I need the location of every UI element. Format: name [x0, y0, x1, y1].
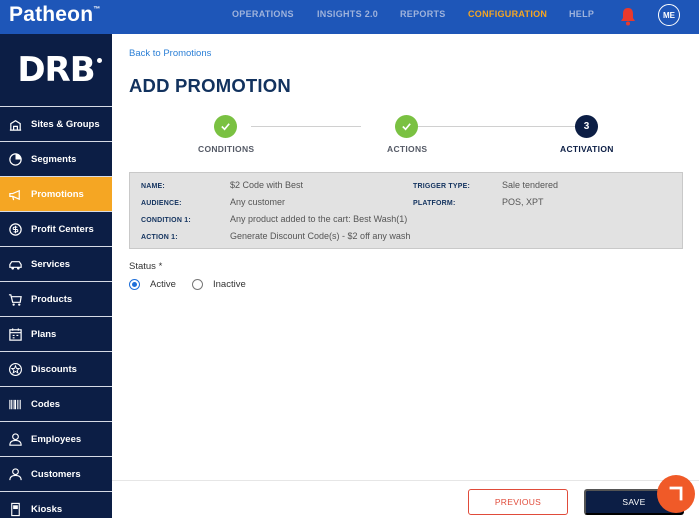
- status-label: Status *: [129, 261, 163, 272]
- car-icon: [7, 256, 23, 272]
- user-avatar[interactable]: ME: [658, 4, 680, 26]
- megaphone-icon: [7, 186, 23, 202]
- summary-name-key: NAME:: [141, 183, 165, 190]
- nav-operations[interactable]: OPERATIONS: [232, 9, 294, 19]
- step-connector: [251, 126, 361, 127]
- chat-widget-icon[interactable]: [657, 475, 695, 513]
- radio-unselected[interactable]: [192, 279, 203, 290]
- cart-icon: [7, 291, 23, 307]
- nav-help[interactable]: HELP: [569, 9, 594, 19]
- summary-platform-value: POS, XPT: [502, 197, 544, 207]
- step-connector: [418, 126, 575, 127]
- step-actions-check-icon[interactable]: [395, 115, 418, 138]
- summary-audience-key: AUDIENCE:: [141, 200, 182, 207]
- status-active-radio[interactable]: Active: [129, 279, 176, 290]
- top-bar: Patheon™ OPERATIONS INSIGHTS 2.0 REPORTS…: [0, 0, 699, 34]
- sidebar-item-promotions[interactable]: Promotions: [0, 176, 112, 211]
- drb-logo-area: DRB: [0, 34, 112, 106]
- sidebar-item-profit-centers[interactable]: Profit Centers: [0, 211, 112, 246]
- brand-logo[interactable]: Patheon™: [9, 3, 100, 27]
- sidebar-item-discounts[interactable]: Discounts: [0, 351, 112, 386]
- footer-divider: [112, 480, 699, 481]
- sidebar-item-employees[interactable]: Employees: [0, 421, 112, 456]
- person-badge-icon: [7, 431, 23, 447]
- kiosk-icon: [7, 501, 23, 517]
- step-activation-number: 3: [575, 115, 598, 138]
- radio-selected[interactable]: [129, 279, 140, 290]
- step-conditions-check-icon[interactable]: [214, 115, 237, 138]
- sidebar-item-kiosks[interactable]: Kiosks: [0, 491, 112, 526]
- sidebar-item-segments[interactable]: Segments: [0, 141, 112, 176]
- person-icon: [7, 466, 23, 482]
- summary-platform-key: PLATFORM:: [413, 200, 456, 207]
- step-label-conditions: CONDITIONS: [198, 144, 255, 154]
- summary-condition-key: CONDITION 1:: [141, 217, 191, 224]
- summary-action-key: ACTION 1:: [141, 234, 178, 241]
- summary-trigger-value: Sale tendered: [502, 180, 559, 190]
- calendar-icon: [7, 326, 23, 342]
- sidebar: DRB Sites & Groups Segments Promotions P…: [0, 34, 112, 518]
- sidebar-item-sites-groups[interactable]: Sites & Groups: [0, 106, 112, 141]
- star-badge-icon: [7, 361, 23, 377]
- barcode-icon: [7, 396, 23, 412]
- sidebar-item-services[interactable]: Services: [0, 246, 112, 281]
- nav-reports[interactable]: REPORTS: [400, 9, 446, 19]
- progress-stepper: 3 CONDITIONS ACTIONS ACTIVATION: [112, 114, 699, 159]
- step-label-activation: ACTIVATION: [560, 144, 614, 154]
- back-to-promotions-link[interactable]: Back to Promotions: [129, 48, 211, 59]
- summary-name-value: $2 Code with Best: [230, 180, 304, 190]
- sidebar-item-plans[interactable]: Plans: [0, 316, 112, 351]
- previous-button[interactable]: PREVIOUS: [468, 489, 568, 515]
- promotion-summary: NAME: $2 Code with Best AUDIENCE: Any cu…: [129, 172, 683, 249]
- page-title: ADD PROMOTION: [129, 75, 291, 96]
- sidebar-item-customers[interactable]: Customers: [0, 456, 112, 491]
- sidebar-item-products[interactable]: Products: [0, 281, 112, 316]
- nav-insights[interactable]: INSIGHTS 2.0: [317, 9, 378, 19]
- summary-action-value: Generate Discount Code(s) - $2 off any w…: [230, 231, 411, 241]
- step-label-actions: ACTIONS: [387, 144, 428, 154]
- summary-condition-value: Any product added to the cart: Best Wash…: [230, 214, 408, 224]
- dollar-circle-icon: [7, 221, 23, 237]
- status-inactive-radio[interactable]: Inactive: [192, 279, 246, 290]
- building-icon: [7, 116, 23, 132]
- summary-audience-value: Any customer: [230, 197, 286, 207]
- drb-logo[interactable]: DRB: [17, 50, 102, 90]
- sidebar-item-codes[interactable]: Codes: [0, 386, 112, 421]
- bell-icon[interactable]: [619, 6, 637, 26]
- summary-trigger-key: TRIGGER TYPE:: [413, 183, 471, 190]
- pie-chart-icon: [7, 151, 23, 167]
- main-content: Back to Promotions ADD PROMOTION 3 CONDI…: [112, 34, 699, 518]
- nav-configuration[interactable]: CONFIGURATION: [468, 9, 547, 19]
